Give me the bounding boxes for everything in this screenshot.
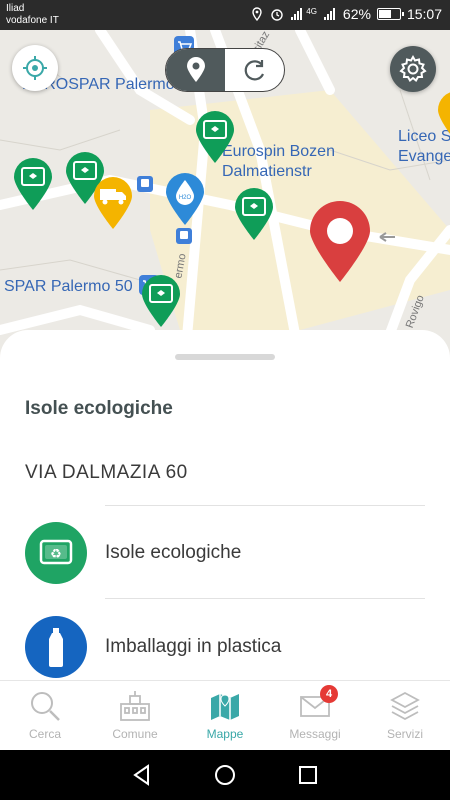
location-status-icon: [252, 7, 262, 21]
nav-label-comune: Comune: [112, 727, 158, 741]
recents-button[interactable]: [293, 760, 323, 790]
nav-item-messaggi[interactable]: 4 Messaggi: [270, 681, 360, 751]
network-type: 4G: [306, 6, 317, 16]
water-pin-text: H2O: [179, 195, 192, 201]
divider: [105, 505, 425, 506]
refresh-mode-segment[interactable]: [225, 49, 284, 91]
layers-icon: [388, 689, 422, 723]
refresh-icon: [244, 60, 264, 81]
poi-label-liceo-2[interactable]: Evange: [398, 148, 450, 166]
back-triangle-icon: [132, 764, 149, 786]
poi-label-eurospin[interactable]: Eurospin Bozen: [222, 143, 335, 161]
location-address: VIA DALMAZIA 60: [25, 462, 188, 483]
collection-truck-pin-icon[interactable]: [92, 176, 134, 230]
selected-location-pin-icon[interactable]: [308, 200, 372, 284]
bottom-navigation: Cerca Comune Mappe 4 Messaggi Servizi: [0, 680, 450, 750]
battery-icon: [376, 8, 404, 20]
recycle-symbol: ♻: [50, 547, 62, 562]
waste-bin-pin-icon[interactable]: [194, 110, 236, 164]
waste-bin-pin-2-icon[interactable]: [12, 157, 54, 211]
category-label-plastica: Imballaggi in plastica: [105, 636, 282, 657]
bus-stop-icon-2[interactable]: [176, 228, 192, 244]
waste-bin-pin-4-icon[interactable]: [233, 187, 275, 241]
category-row-isole[interactable]: ♻ Isole ecologiche: [25, 522, 425, 584]
location-detail-sheet[interactable]: Isole ecologiche VIA DALMAZIA 60 ♻ Isole…: [0, 330, 450, 680]
status-bar: Iliad vodafone IT 4G 62% 15:07: [0, 0, 450, 30]
status-icons: 4G 62% 15:07: [250, 6, 442, 22]
home-circle-icon: [214, 765, 235, 785]
poi-label-dalmatienstr[interactable]: Dalmatienstr: [222, 163, 312, 181]
nav-label-cerca: Cerca: [28, 727, 61, 741]
nav-item-servizi[interactable]: Servizi: [360, 681, 450, 751]
signal-bars-2-icon: [323, 8, 335, 20]
recents-square-icon: [299, 766, 318, 784]
nav-item-comune[interactable]: Comune: [90, 681, 180, 751]
water-fountain-pin-icon[interactable]: H2O: [164, 172, 206, 226]
category-row-plastica[interactable]: Imballaggi in plastica: [25, 616, 425, 678]
map-icon: [208, 689, 242, 723]
gear-icon: [399, 54, 427, 83]
alarm-status-icon: [271, 9, 283, 21]
locate-me-button[interactable]: [12, 45, 58, 91]
nav-item-cerca[interactable]: Cerca: [0, 681, 90, 751]
nav-label-servizi: Servizi: [386, 727, 423, 741]
nav-label-messaggi: Messaggi: [289, 727, 341, 741]
back-button[interactable]: [127, 760, 157, 790]
bus-stop-icon[interactable]: [137, 176, 153, 192]
plastic-bottle-icon: [25, 616, 87, 678]
sheet-title: Isole ecologiche: [25, 398, 173, 419]
nav-item-mappe[interactable]: Mappe: [180, 681, 270, 751]
pin-mode-segment[interactable]: [166, 49, 225, 91]
battery-fill: [378, 10, 391, 18]
map-mode-toggle[interactable]: [165, 48, 285, 92]
nav-label-mappe: Mappe: [206, 727, 244, 741]
clock: 15:07: [406, 6, 442, 22]
town-hall-icon: [118, 689, 152, 723]
unread-messages-badge: 4: [320, 685, 338, 703]
carrier-name-2: vodafone IT: [6, 15, 59, 26]
home-button[interactable]: [210, 760, 240, 790]
divider-2: [105, 598, 425, 599]
recycle-bin-icon: ♻: [25, 522, 87, 584]
carrier-name-1: Iliad: [6, 3, 25, 14]
map-view[interactable]: EUROSPAR Palermo 50 Eurospin Bozen Dalma…: [0, 30, 450, 360]
sheet-drag-handle[interactable]: [175, 354, 275, 360]
system-navigation-bar: [0, 750, 450, 800]
crosshair-icon: [23, 56, 47, 80]
collection-point-pin-edge-icon[interactable]: [436, 90, 450, 144]
battery-percent: 62%: [342, 6, 371, 22]
category-label-isole: Isole ecologiche: [105, 542, 242, 563]
settings-button[interactable]: [390, 46, 436, 92]
search-icon: [28, 689, 62, 723]
location-pin-icon: [186, 57, 205, 82]
signal-bars-icon: [291, 8, 303, 20]
waste-bin-pin-5-icon[interactable]: [140, 274, 182, 328]
poi-label-eurospar-bottom[interactable]: SPAR Palermo 50: [4, 278, 133, 296]
